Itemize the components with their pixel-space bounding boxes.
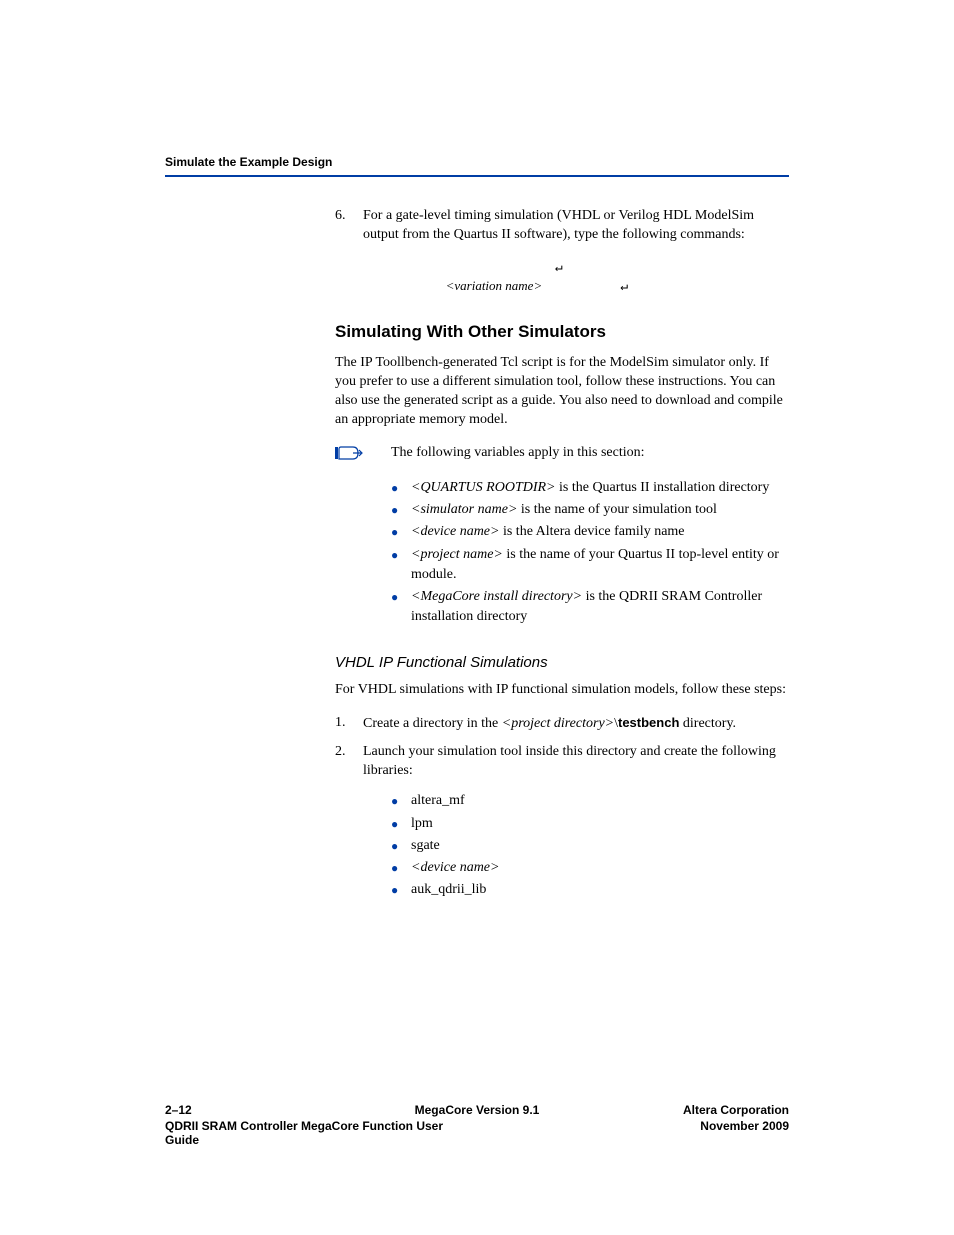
step-6: 6. For a gate-level timing simulation (V… xyxy=(335,207,789,245)
lib-name: auk_qdrii_lib xyxy=(411,880,789,900)
para-sim-intro: The IP Toollbench-generated Tcl script i… xyxy=(335,354,789,430)
variable-list: ●<QUARTUS ROOTDIR> is the Quartus II ins… xyxy=(391,478,789,628)
lib-name: lpm xyxy=(411,814,789,834)
page-footer: 2–12 QDRII SRAM Controller MegaCore Func… xyxy=(165,1103,789,1147)
lib-name: sgate xyxy=(411,836,789,856)
header-rule xyxy=(165,175,789,177)
step-number: 2. xyxy=(335,743,363,781)
cmd-line2-suffix: _vsim.tcl xyxy=(542,279,612,294)
list-item: ●<device name> xyxy=(391,858,789,878)
cmd-variation-name: <variation name> xyxy=(446,278,543,293)
list-item: ●<project name> is the name of your Quar… xyxy=(391,545,789,586)
cmd-line1-text: set use_gate_model 1 xyxy=(391,260,555,275)
list-item: ●<device name> is the Altera device fami… xyxy=(391,522,789,542)
bullet-icon: ● xyxy=(391,880,411,900)
var-name: <simulator name> xyxy=(411,502,517,517)
lib-name: <device name> xyxy=(411,858,789,878)
heading-vhdl: VHDL IP Functional Simulations xyxy=(335,654,789,671)
var-desc: is the Altera device family name xyxy=(499,524,684,539)
note-text: The following variables apply in this se… xyxy=(391,444,789,463)
return-icon: ↵ xyxy=(555,260,563,275)
running-header: Simulate the Example Design xyxy=(165,155,789,169)
note: The following variables apply in this se… xyxy=(335,444,789,468)
bullet-icon: ● xyxy=(391,545,411,586)
doc-title: QDRII SRAM Controller MegaCore Function … xyxy=(165,1119,477,1147)
page: Simulate the Example Design 6. For a gat… xyxy=(0,0,954,1235)
library-list: ●altera_mf ●lpm ●sgate ●<device name> ●a… xyxy=(391,791,789,900)
text: Create a directory in the xyxy=(363,716,502,731)
list-item: ●<QUARTUS ROOTDIR> is the Quartus II ins… xyxy=(391,478,789,498)
var-name: <QUARTUS ROOTDIR> xyxy=(411,480,556,495)
var-name: <device name> xyxy=(411,524,499,539)
bullet-icon: ● xyxy=(391,478,411,498)
text: directory. xyxy=(679,716,736,731)
dirname: testbench xyxy=(618,715,679,730)
var-name: <project name> xyxy=(411,547,503,562)
date: November 2009 xyxy=(477,1119,789,1133)
step-number: 1. xyxy=(335,714,363,734)
step-1: 1. Create a directory in the <project di… xyxy=(335,714,789,734)
list-item: ●<simulator name> is the name of your si… xyxy=(391,500,789,520)
step-number: 6. xyxy=(335,207,363,245)
main-content: 6. For a gate-level timing simulation (V… xyxy=(335,207,789,901)
var-desc: is the Quartus II installation directory xyxy=(556,480,770,495)
step-body: For a gate-level timing simulation (VHDL… xyxy=(363,207,789,245)
var: <project directory> xyxy=(502,716,614,731)
list-item: ●sgate xyxy=(391,836,789,856)
bullet-icon: ● xyxy=(391,814,411,834)
list-item: ●<MegaCore install directory> is the QDR… xyxy=(391,587,789,628)
company: Altera Corporation xyxy=(477,1103,789,1117)
heading-simulating-other: Simulating With Other Simulators xyxy=(335,322,789,342)
para-vhdl-intro: For VHDL simulations with IP functional … xyxy=(335,681,789,700)
list-item: ●altera_mf xyxy=(391,791,789,811)
cmd-line2-prefix: source xyxy=(391,279,446,294)
lib-name: altera_mf xyxy=(411,791,789,811)
bullet-icon: ● xyxy=(391,836,411,856)
var-desc: is the name of your simulation tool xyxy=(517,502,716,517)
bullet-icon: ● xyxy=(391,500,411,520)
bullet-icon: ● xyxy=(391,587,411,628)
bullet-icon: ● xyxy=(391,791,411,811)
bullet-icon: ● xyxy=(391,858,411,878)
step-body: Create a directory in the <project direc… xyxy=(363,714,789,734)
command-block: set use_gate_model 1 ↵ source <variation… xyxy=(391,259,789,296)
note-icon xyxy=(335,444,391,468)
return-icon: ↵ xyxy=(620,279,628,294)
var-name: <MegaCore install directory> xyxy=(411,589,582,604)
list-item: ●lpm xyxy=(391,814,789,834)
step-2: 2. Launch your simulation tool inside th… xyxy=(335,743,789,781)
bullet-icon: ● xyxy=(391,522,411,542)
list-item: ●auk_qdrii_lib xyxy=(391,880,789,900)
step-body: Launch your simulation tool inside this … xyxy=(363,743,789,781)
page-number: 2–12 xyxy=(165,1103,477,1117)
